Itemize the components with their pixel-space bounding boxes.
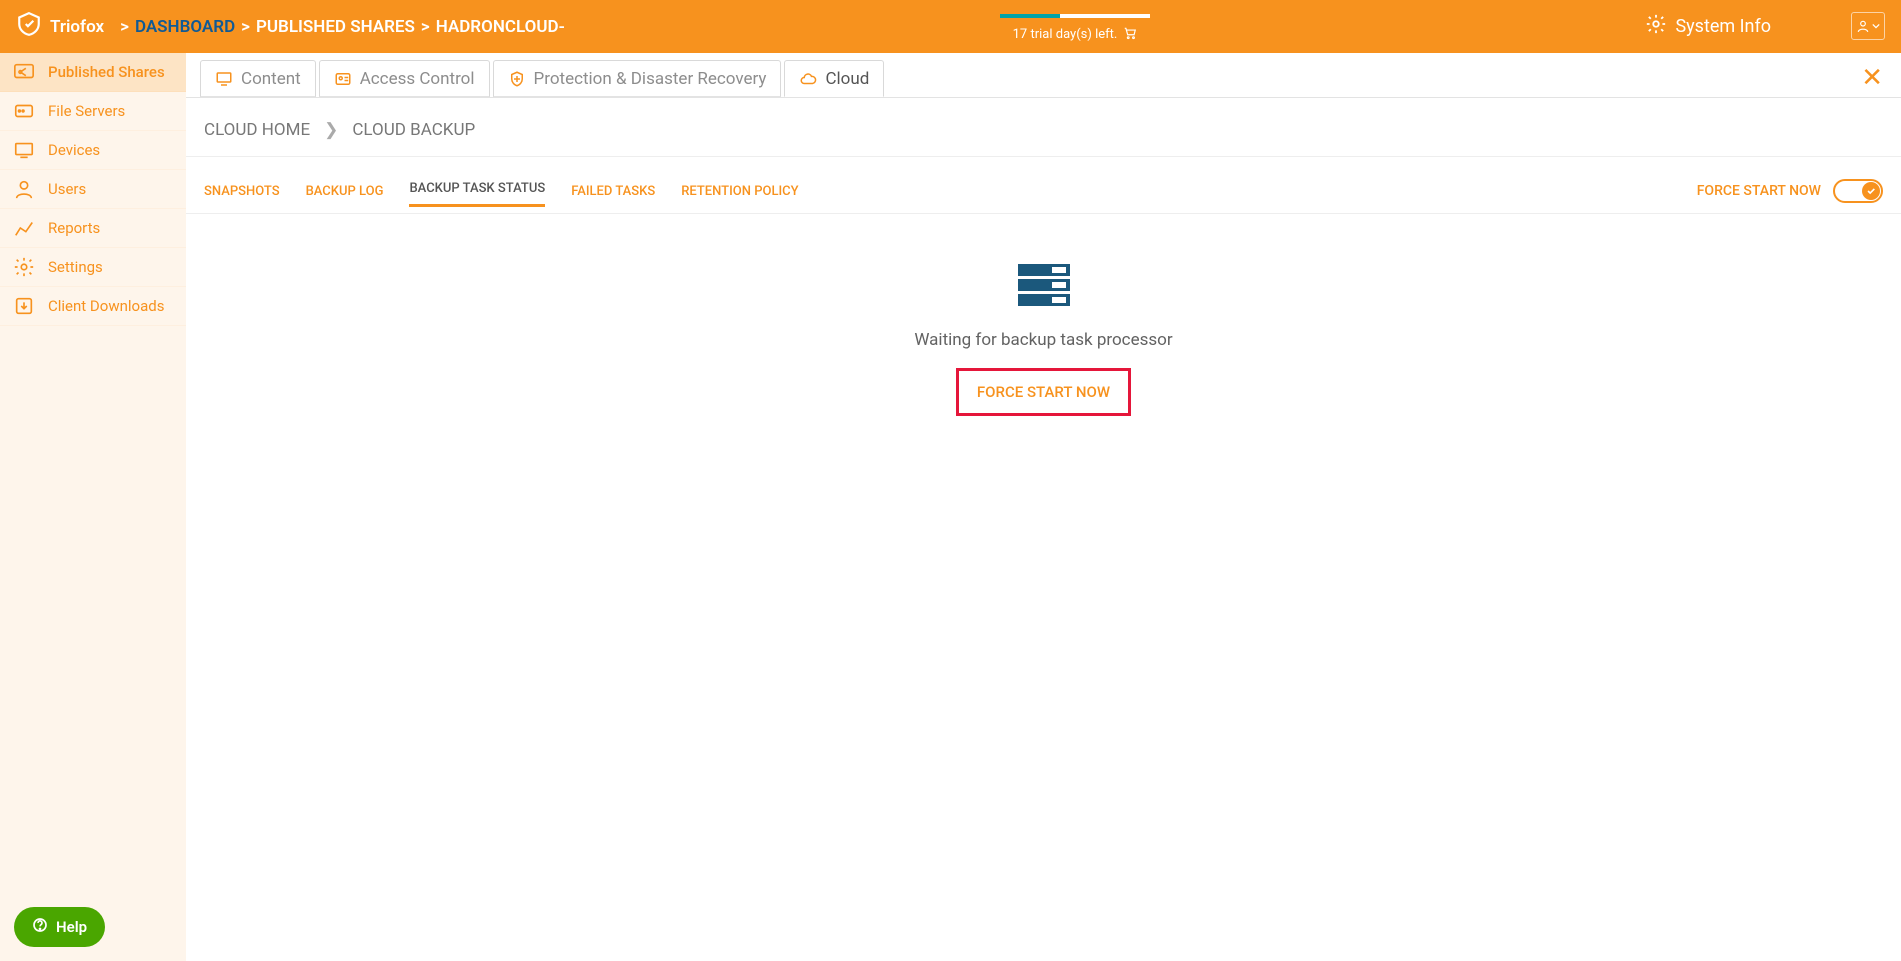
backup-enable-toggle[interactable] [1833,179,1883,203]
sidebar-item-settings[interactable]: Settings [0,248,186,287]
user-icon [1856,19,1870,33]
sidebar-item-label: Client Downloads [48,297,164,315]
breadcrumb-dashboard[interactable]: DASHBOARD [135,17,235,37]
brand-label[interactable]: Triofox [50,17,104,37]
backup-status-panel: Waiting for backup task processor FORCE … [186,214,1901,416]
trial-progress-bar [1000,14,1150,18]
breadcrumb-published-shares[interactable]: PUBLISHED SHARES [256,17,415,37]
tab-label: Access Control [360,69,475,89]
help-button[interactable]: Help [14,907,105,947]
cloud-icon [799,70,817,88]
cart-icon[interactable] [1123,26,1137,44]
subtab-retention-policy[interactable]: RETENTION POLICY [681,178,798,205]
sidebar-item-users[interactable]: Users [0,170,186,209]
sidebar-item-file-servers[interactable]: File Servers [0,92,186,131]
tabs-row: Content Access Control Protection & Disa… [186,53,1901,98]
device-icon [12,139,36,161]
tab-label: Protection & Disaster Recovery [534,69,767,89]
report-icon [12,217,36,239]
id-card-icon [334,70,352,88]
top-bar: Triofox > DASHBOARD > PUBLISHED SHARES >… [0,0,1901,53]
server-icon [12,100,36,122]
page-breadcrumb: CLOUD HOME ❯ CLOUD BACKUP [186,98,1901,157]
breadcrumb-sep: > [120,17,129,37]
user-icon [12,178,36,200]
breadcrumb-sep: > [241,17,250,37]
sidebar-item-label: Settings [48,258,103,276]
sidebar: Published Shares File Servers Devices Us… [0,53,186,961]
help-label: Help [56,918,87,936]
sidebar-item-reports[interactable]: Reports [0,209,186,248]
sidebar-item-label: Reports [48,219,100,237]
system-info-button[interactable]: System Info [1645,0,1771,53]
tab-label: Content [241,69,301,89]
download-icon [12,295,36,317]
subtab-failed-tasks[interactable]: FAILED TASKS [571,178,655,205]
subtab-backup-task-status[interactable]: BACKUP TASK STATUS [409,175,545,207]
breadcrumb-sep: > [421,17,430,37]
user-menu-button[interactable] [1851,12,1885,40]
sidebar-item-label: Devices [48,141,100,159]
breadcrumb-hadroncloud[interactable]: HADRONCLOUD- [436,17,565,37]
tab-protection-dr[interactable]: Protection & Disaster Recovery [493,60,782,97]
crumb-cloud-home[interactable]: CLOUD HOME [204,120,310,140]
main-panel: Content Access Control Protection & Disa… [186,53,1901,961]
sidebar-item-label: Users [48,180,86,198]
crumb-cloud-backup[interactable]: CLOUD BACKUP [352,120,475,140]
shield-icon [508,70,526,88]
waiting-message: Waiting for backup task processor [186,330,1901,350]
force-start-now-button[interactable]: FORCE START NOW [956,368,1131,416]
help-icon [32,917,48,937]
subtabs-row: SNAPSHOTS BACKUP LOG BACKUP TASK STATUS … [186,157,1901,214]
server-stack-icon [1014,262,1074,312]
sidebar-item-published-shares[interactable]: Published Shares [0,53,186,92]
tab-label: Cloud [825,69,869,89]
close-icon[interactable]: ✕ [1861,63,1883,93]
sidebar-item-label: Published Shares [48,63,165,81]
chevron-right-icon: ❯ [324,120,338,140]
check-icon [1866,186,1876,196]
toggle-knob [1862,182,1880,200]
tab-access-control[interactable]: Access Control [319,60,490,97]
gear-icon [12,256,36,278]
system-info-label: System Info [1675,16,1771,37]
tab-content[interactable]: Content [200,60,316,97]
sidebar-item-label: File Servers [48,102,125,120]
chevron-down-icon [1872,22,1880,30]
sidebar-item-devices[interactable]: Devices [0,131,186,170]
monitor-icon [215,70,233,88]
triofox-logo-icon [16,11,42,42]
trial-indicator[interactable]: 17 trial day(s) left. [1000,0,1150,53]
trial-days-label: 17 trial day(s) left. [1013,27,1118,42]
subtab-snapshots[interactable]: SNAPSHOTS [204,178,280,205]
sidebar-item-client-downloads[interactable]: Client Downloads [0,287,186,326]
gear-icon [1645,13,1667,40]
force-start-now-link[interactable]: FORCE START NOW [1697,183,1821,199]
subtab-backup-log[interactable]: BACKUP LOG [306,178,384,205]
share-icon [12,61,36,83]
tab-cloud[interactable]: Cloud [784,60,884,97]
